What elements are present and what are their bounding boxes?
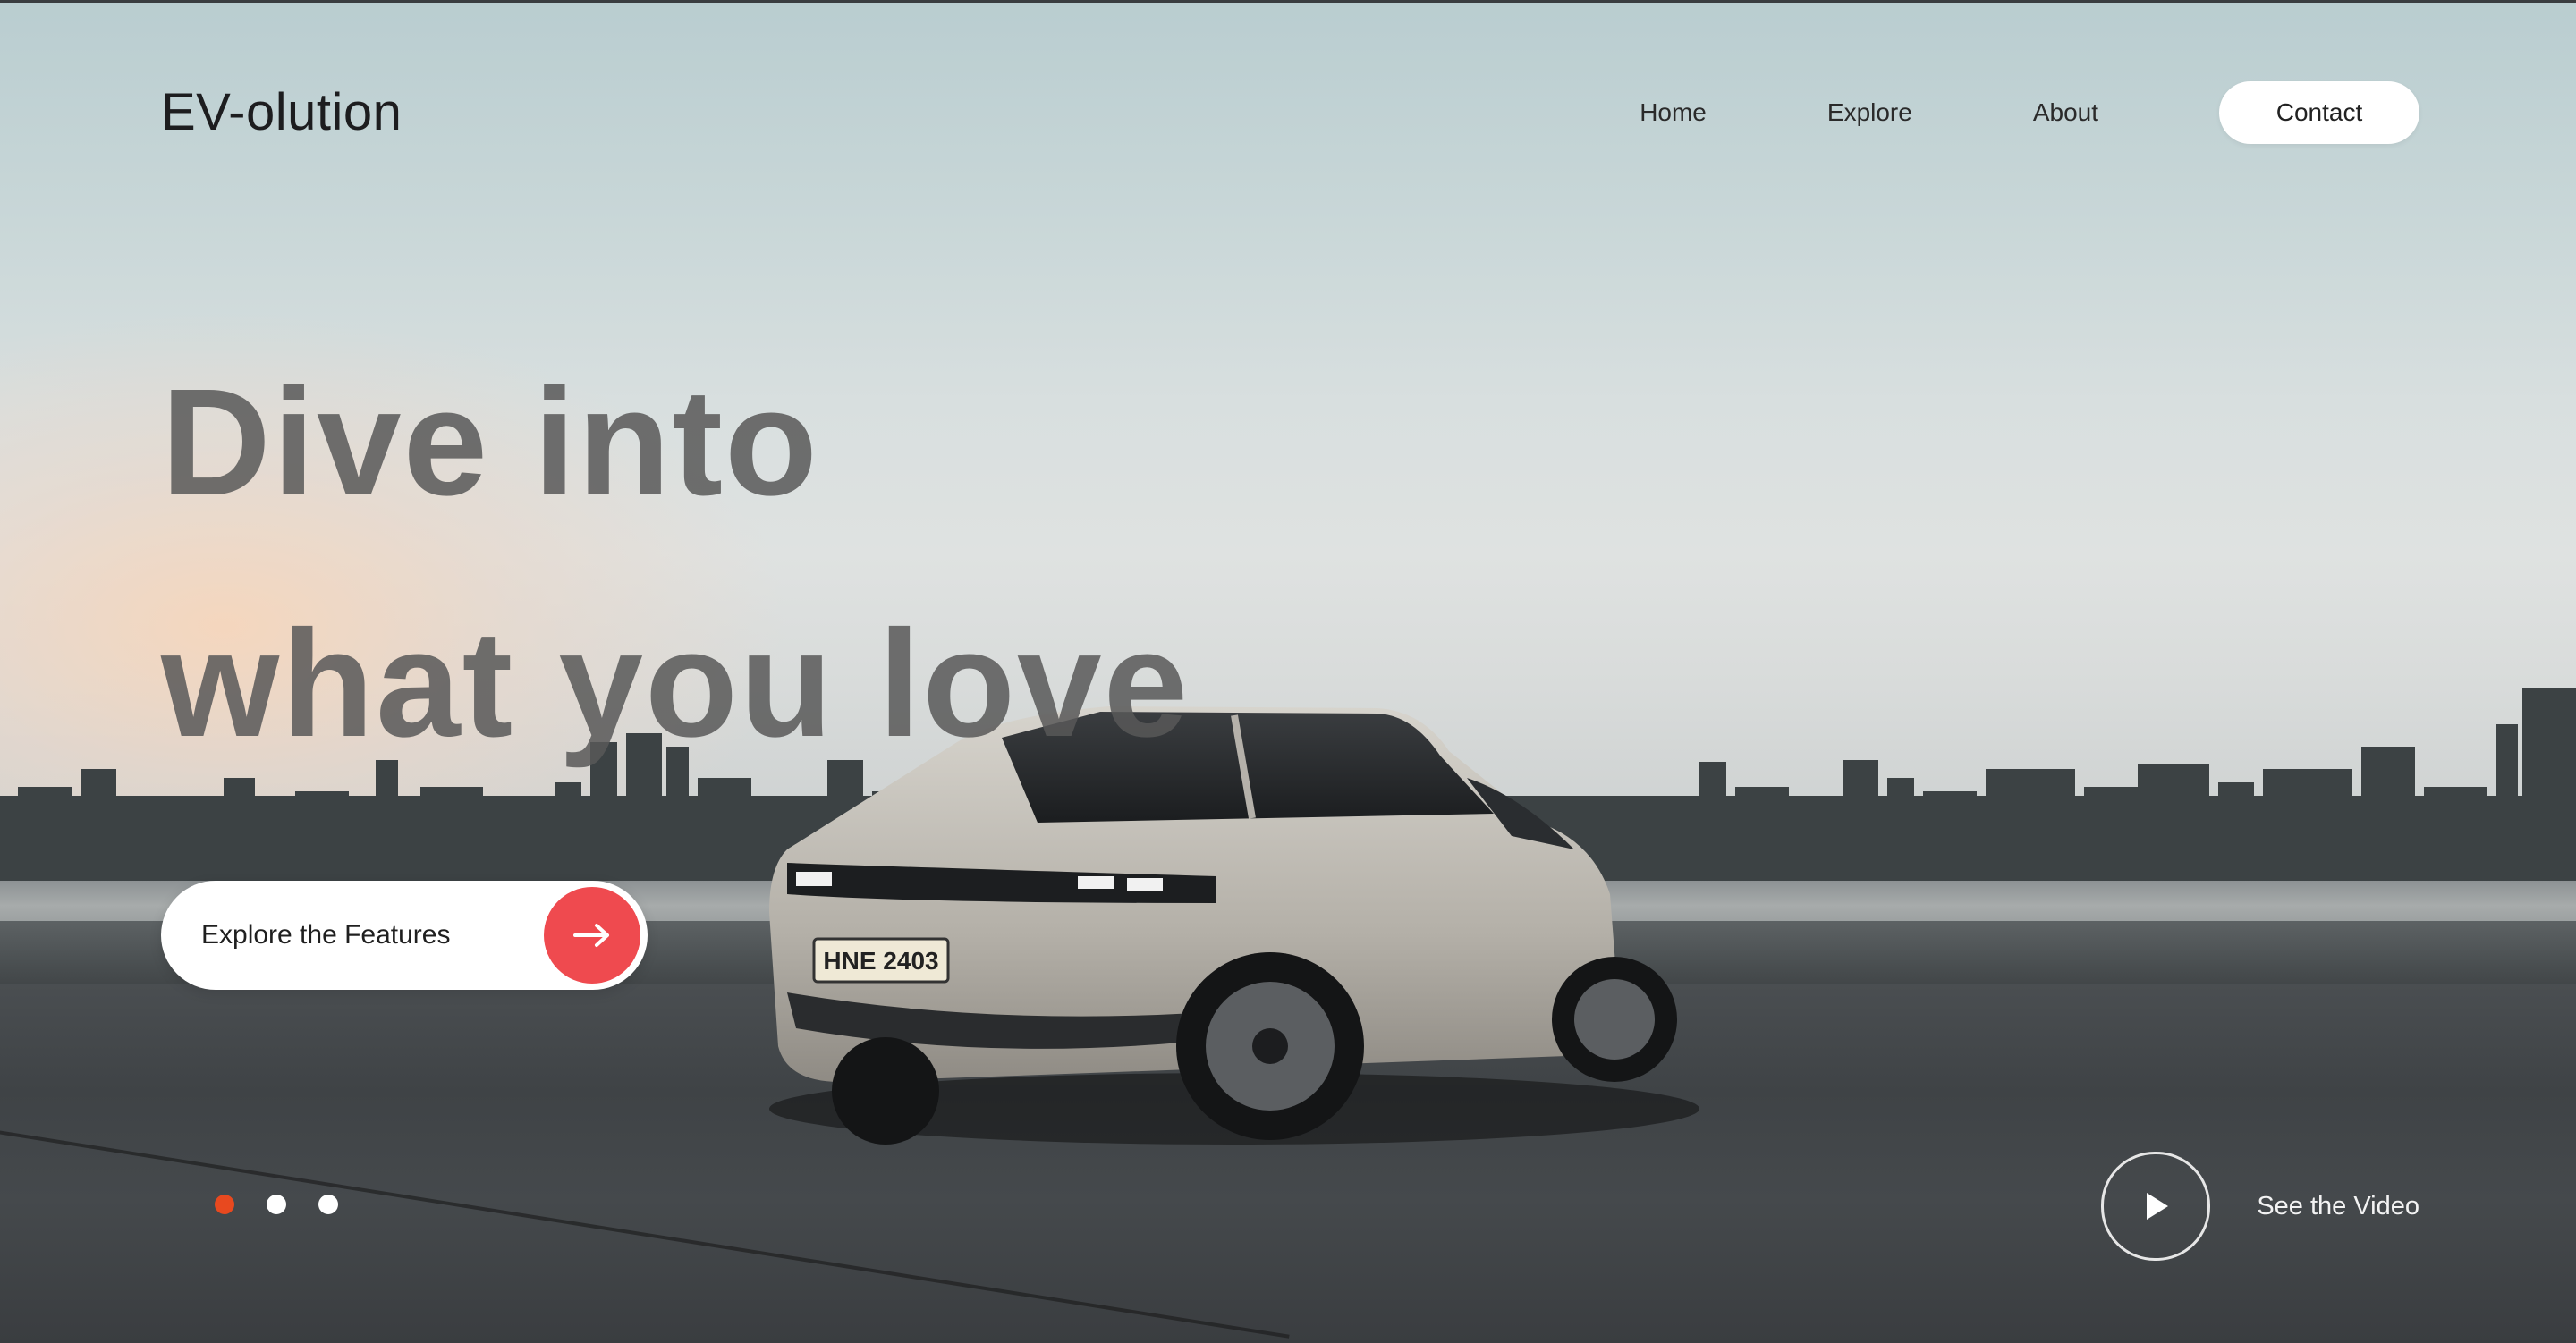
arrow-right-icon[interactable] — [544, 887, 640, 984]
hero-headline-line-2: what you love — [161, 599, 1191, 769]
hero-page: HNE 2403 EV-olution Home Explore About C… — [0, 0, 2576, 1343]
carousel-dot-1[interactable] — [215, 1195, 234, 1214]
explore-features-button[interactable]: Explore the Features — [161, 881, 648, 990]
hero-headline-line-1: Dive into — [161, 358, 819, 528]
carousel-indicators — [215, 1195, 370, 1214]
carousel-dot-2[interactable] — [267, 1195, 286, 1214]
see-video-button[interactable]: See the Video — [2101, 1152, 2419, 1261]
see-video-label: See the Video — [2257, 1191, 2419, 1221]
top-border — [0, 0, 2576, 3]
nav-link-explore[interactable]: Explore — [1827, 98, 1912, 127]
nav-link-home[interactable]: Home — [1640, 98, 1707, 127]
license-plate-text: HNE 2403 — [823, 947, 938, 975]
contact-button[interactable]: Contact — [2219, 81, 2419, 144]
brand-logo[interactable]: EV-olution — [161, 82, 402, 142]
play-icon[interactable] — [2101, 1152, 2211, 1261]
carousel-dot-3[interactable] — [318, 1195, 338, 1214]
explore-features-label: Explore the Features — [201, 920, 451, 950]
nav-link-about[interactable]: About — [2033, 98, 2098, 127]
top-navigation: Home Explore About Contact — [1640, 80, 2419, 145]
